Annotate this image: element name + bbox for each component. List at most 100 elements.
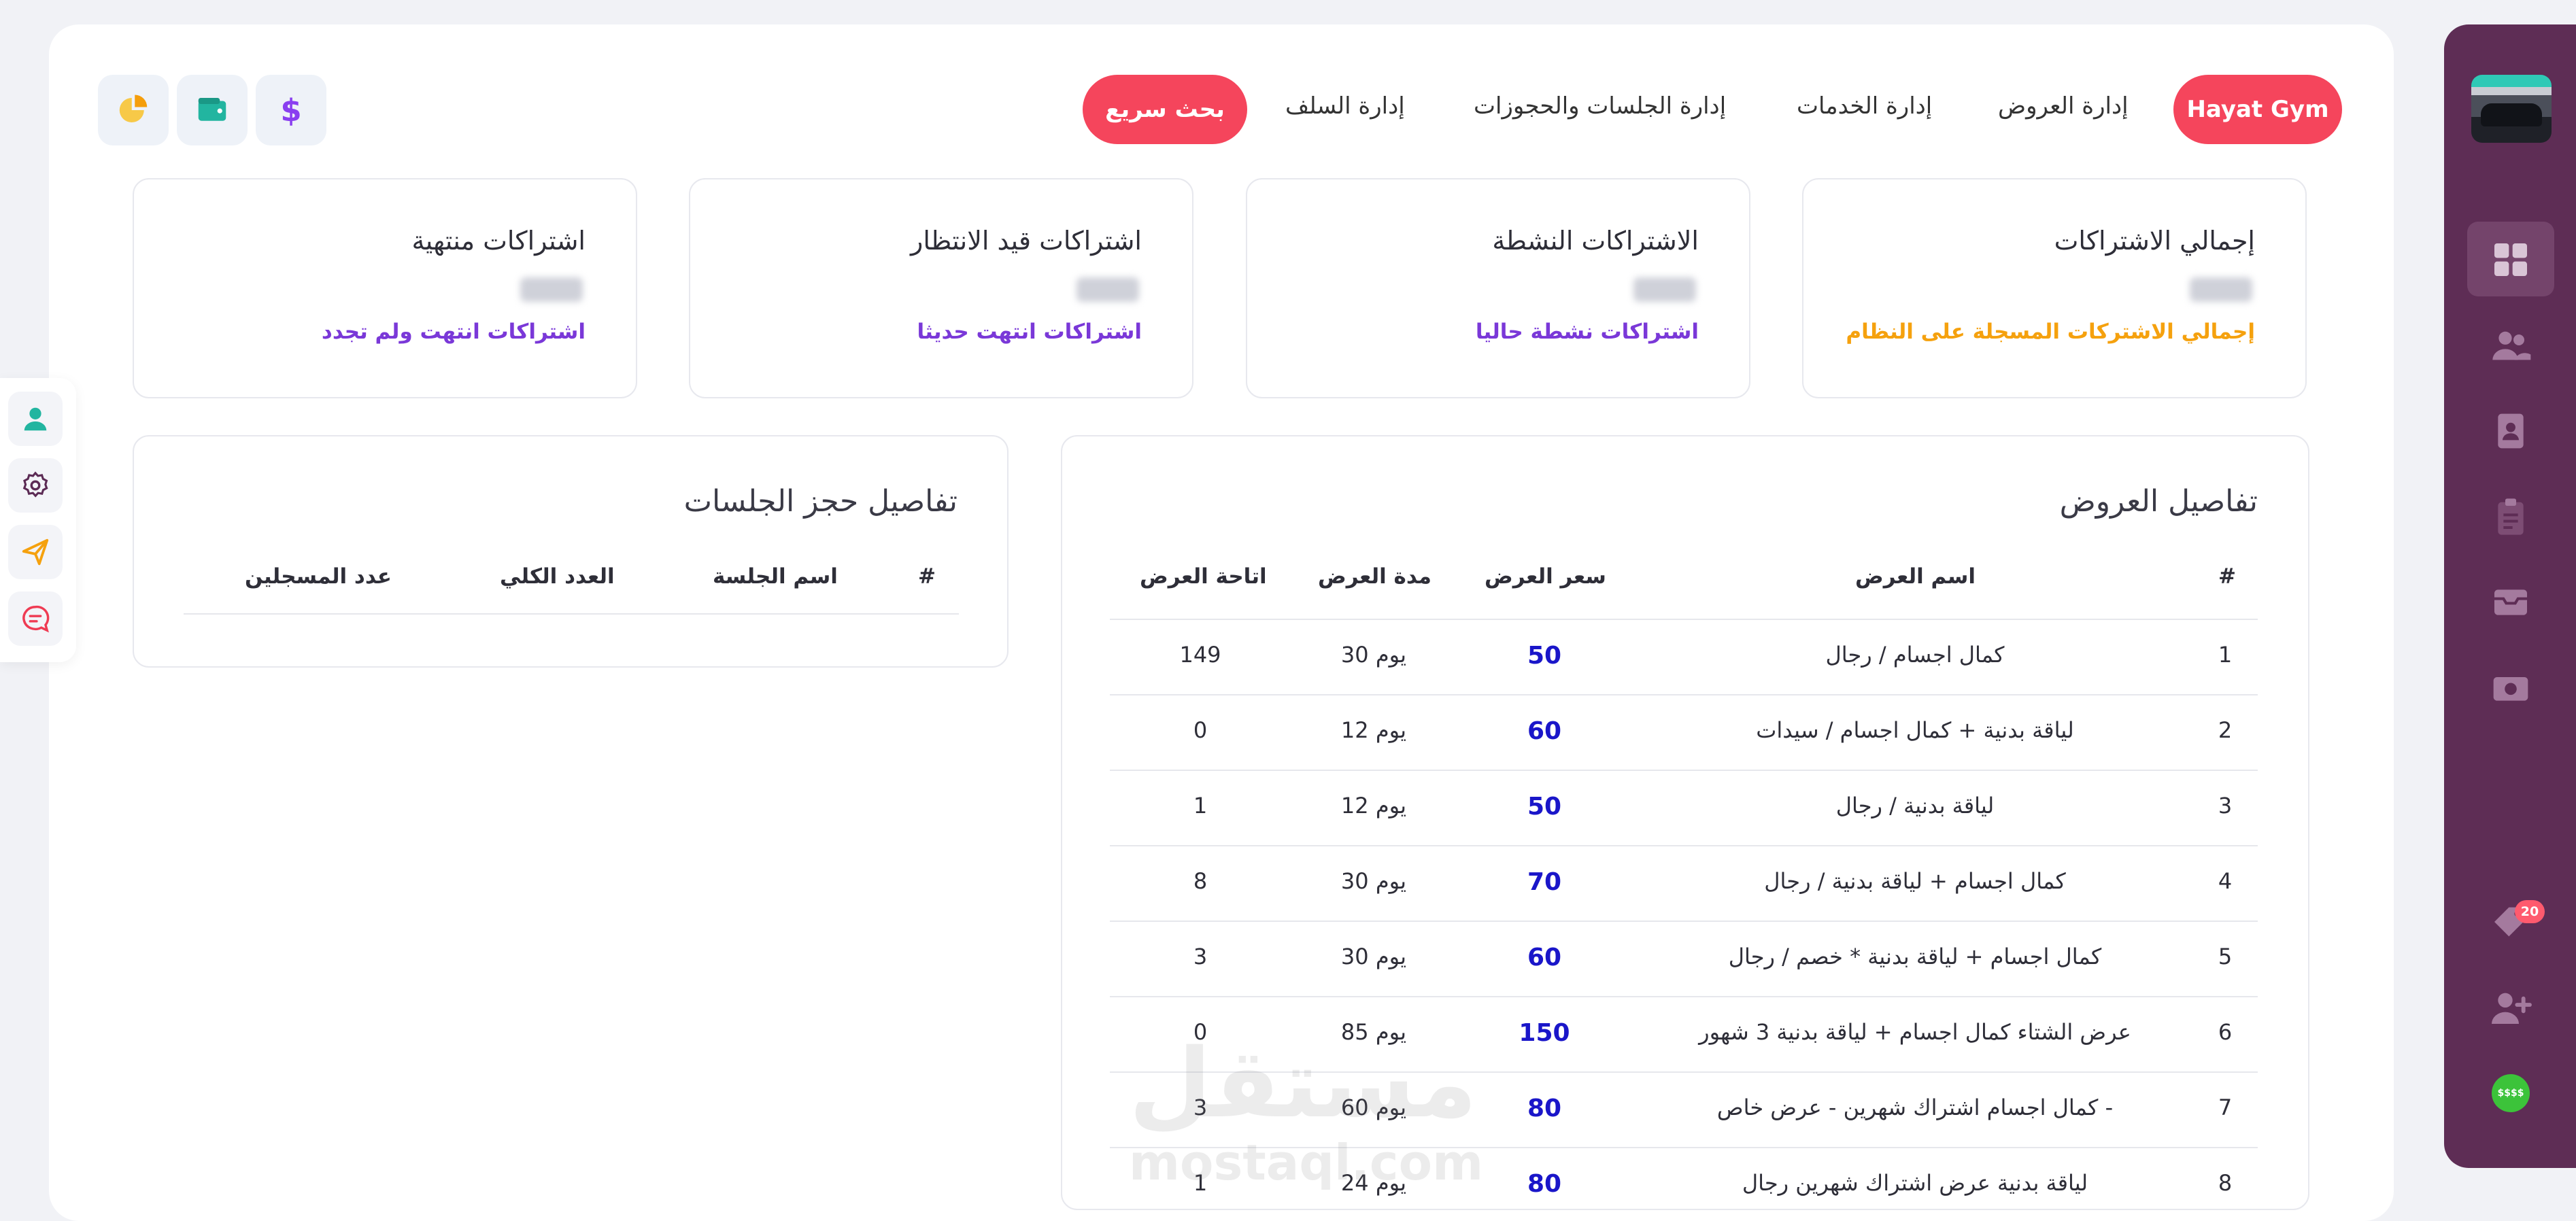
nav-services-link[interactable]: إدارة الخدمات xyxy=(1797,92,1932,120)
avatar-car-shape xyxy=(2481,103,2542,126)
offer-cell-availability: 3 xyxy=(1193,944,1208,969)
sidebar-item-contacts[interactable] xyxy=(2485,405,2537,457)
chat-button[interactable] xyxy=(8,591,63,646)
nav-sessions-link[interactable]: إدارة الجلسات والحجوزات xyxy=(1474,92,1726,120)
sessions-panel xyxy=(133,435,1009,668)
sessions-col-total: العدد الكلي xyxy=(500,564,615,589)
offer-cell-price: 60 xyxy=(1527,944,1562,971)
wallet-button[interactable] xyxy=(177,75,248,145)
contact-card-icon xyxy=(2498,413,2524,449)
sessions-title: تفاصيل حجز الجلسات xyxy=(683,484,957,519)
dollar-button[interactable]: $ xyxy=(256,75,326,145)
offer-cell-duration: 30 يوم xyxy=(1340,868,1407,894)
stat-value-blurred xyxy=(2190,277,2252,302)
offer-cell-name: كمال اجسام / رجال xyxy=(1825,642,2005,668)
offer-cell-price: 80 xyxy=(1527,1095,1562,1122)
offer-cell-price: 50 xyxy=(1527,642,1562,670)
offer-cell-n: 5 xyxy=(2218,944,2233,969)
stat-subtitle: اشتراكات انتهت ولم تجدد xyxy=(321,320,586,344)
offer-cell-price: 70 xyxy=(1527,868,1562,896)
floating-toolbar xyxy=(0,378,76,662)
brand-button[interactable]: Hayat Gym xyxy=(2173,75,2342,144)
stat-title: اشتراكات منتهية xyxy=(411,226,586,256)
table-row-divider xyxy=(1110,921,2258,922)
offer-cell-price: 80 xyxy=(1527,1170,1562,1198)
sessions-col-number: # xyxy=(918,564,936,589)
user-icon xyxy=(24,407,47,431)
notifications-badge: 20 xyxy=(2515,900,2545,923)
sessions-header-divider xyxy=(184,613,959,615)
offer-cell-price: 50 xyxy=(1527,793,1562,821)
clipboard-icon xyxy=(2498,498,2524,535)
offer-cell-name: لياقة بدنية + كمال اجسام / سيدات xyxy=(1756,717,2074,743)
sidebar-item-users[interactable] xyxy=(2485,320,2537,371)
stat-card-expired: اشتراكات منتهية اشتراكات انتهت ولم تجدد xyxy=(133,178,637,398)
offer-cell-n: 8 xyxy=(2218,1170,2233,1196)
sessions-col-name: اسم الجلسة xyxy=(713,564,838,589)
avatar[interactable] xyxy=(2471,75,2552,143)
offer-cell-duration: 12 يوم xyxy=(1340,717,1407,743)
table-row-divider xyxy=(1110,619,2258,620)
sidebar-item-inbox[interactable] xyxy=(2485,577,2537,628)
nav-offers-link[interactable]: إدارة العروض xyxy=(1998,92,2129,120)
cash-icon xyxy=(2493,677,2528,701)
offers-col-price: سعر العرض xyxy=(1485,564,1606,589)
settings-icon xyxy=(22,471,48,498)
profile-button[interactable] xyxy=(8,392,63,446)
offer-cell-duration: 30 يوم xyxy=(1340,944,1407,969)
sidebar-item-notifications[interactable]: 20 xyxy=(2485,896,2545,948)
stat-subtitle: اشتراكات انتهت حديثا xyxy=(917,320,1142,344)
offer-cell-name: لياقة بدنية / رجال xyxy=(1835,793,1995,819)
offer-cell-n: 2 xyxy=(2218,717,2233,743)
offer-cell-n: 3 xyxy=(2218,793,2233,819)
watermark-latin: mostaql.com xyxy=(1129,1134,1484,1191)
offer-cell-duration: 12 يوم xyxy=(1340,793,1407,819)
offer-cell-name: كمال اجسام اشتراك شهرين - عرض خاص - xyxy=(1716,1095,2114,1120)
stat-card-active: الاشتراكات النشطة اشتراكات نشطة حاليا xyxy=(1246,178,1750,398)
send-button[interactable] xyxy=(8,525,63,579)
inbox-icon xyxy=(2494,589,2527,615)
stat-value-blurred xyxy=(520,277,583,302)
dashboard-icon xyxy=(2494,243,2527,276)
offers-title: تفاصيل العروض xyxy=(2059,484,2258,519)
nav-loans-link[interactable]: إدارة السلف xyxy=(1285,92,1405,120)
stat-title: الاشتراكات النشطة xyxy=(1492,226,1699,256)
watermark: مستقل mostaql.com xyxy=(1129,1029,1483,1190)
offers-col-number: # xyxy=(2218,564,2236,589)
offer-cell-name: كمال اجسام + لياقة بدنية * خصم / رجال xyxy=(1728,944,2102,969)
users-icon xyxy=(2492,331,2531,360)
sidebar-item-dashboard[interactable] xyxy=(2485,234,2537,286)
settings-button[interactable] xyxy=(8,458,63,513)
offer-cell-n: 6 xyxy=(2218,1019,2233,1045)
sidebar-item-payments[interactable] xyxy=(2485,662,2537,714)
watermark-arabic: مستقل xyxy=(1129,1029,1478,1139)
stat-value-blurred xyxy=(1077,277,1139,302)
stat-subtitle: اشتراكات نشطة حاليا xyxy=(1475,320,1699,344)
chat-icon xyxy=(22,605,50,633)
wallet-icon xyxy=(198,98,226,121)
offer-cell-availability: 1 xyxy=(1193,793,1208,819)
offer-cell-availability: 8 xyxy=(1193,868,1208,894)
offers-col-availability: اتاحة العرض xyxy=(1140,564,1267,589)
sidebar-item-currency[interactable]: $$$$ xyxy=(2485,1067,2537,1119)
chart-button[interactable] xyxy=(98,75,169,145)
sessions-col-registered: عدد المسجلين xyxy=(245,564,392,589)
svg-text:$: $ xyxy=(280,92,301,128)
stat-value-blurred xyxy=(1633,277,1696,302)
stat-card-pending: اشتراكات قيد الانتظار اشتراكات انتهت حدي… xyxy=(689,178,1193,398)
offer-cell-duration: 30 يوم xyxy=(1340,642,1407,668)
offer-cell-name: كمال اجسام + لياقة بدنية / رجال xyxy=(1764,868,2066,894)
stat-subtitle: إجمالي الاشتركات المسجلة على النظام xyxy=(1846,320,2255,344)
sidebar-item-add-user[interactable] xyxy=(2485,982,2537,1033)
offer-cell-n: 4 xyxy=(2218,868,2233,894)
chart-pie-icon xyxy=(119,94,148,122)
quick-search-button[interactable]: بحث سريع xyxy=(1083,75,1247,144)
table-row-divider xyxy=(1110,770,2258,771)
stat-card-total: إجمالي الاشتراكات إجمالي الاشتركات المسج… xyxy=(1802,178,2307,398)
table-row-divider xyxy=(1110,996,2258,997)
dollar-icon: $ xyxy=(280,92,301,128)
offer-cell-n: 1 xyxy=(2218,642,2233,668)
sidebar-item-tasks[interactable] xyxy=(2485,491,2537,543)
offer-cell-availability: 149 xyxy=(1179,642,1221,668)
offer-cell-name: عرض الشتاء كمال اجسام + لياقة بدنية 3 شه… xyxy=(1699,1019,2131,1045)
